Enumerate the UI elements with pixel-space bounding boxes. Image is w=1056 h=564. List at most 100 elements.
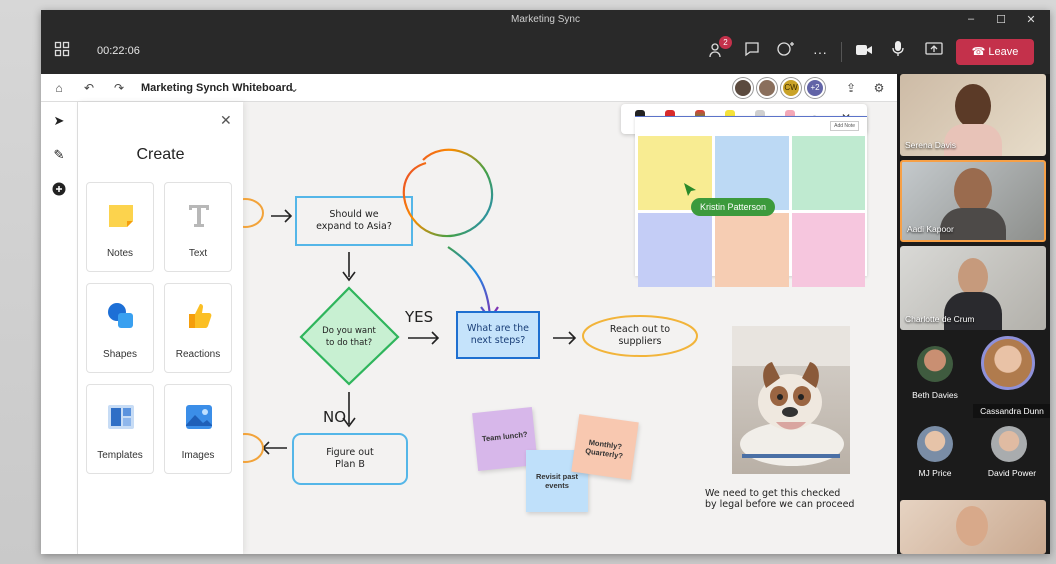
pen-icon[interactable]: ✎ bbox=[50, 146, 68, 164]
participants-badge: 2 bbox=[719, 36, 732, 49]
title-bar: Marketing Sync – ☐ ✕ bbox=[41, 10, 1050, 30]
chat-icon[interactable] bbox=[741, 41, 763, 63]
microphone-icon[interactable] bbox=[887, 41, 909, 63]
whiteboard-area: ⌂ ↶ ↷ Marketing Synch Whiteboard ⌄ CW +2… bbox=[41, 74, 897, 554]
tile-label: Reactions bbox=[175, 349, 221, 360]
maximize-button[interactable]: ☐ bbox=[991, 13, 1011, 26]
whiteboard-header: ⌂ ↶ ↷ Marketing Synch Whiteboard ⌄ CW +2… bbox=[41, 74, 897, 102]
yes-label: YES bbox=[405, 308, 434, 326]
participant-name: David Power bbox=[987, 468, 1037, 478]
participants-icon[interactable]: 2 bbox=[707, 36, 732, 63]
reactions-icon[interactable] bbox=[775, 41, 797, 63]
select-pointer-icon[interactable]: ➤ bbox=[50, 112, 68, 130]
participant-name: Aadi Kapoor bbox=[907, 224, 954, 234]
partial-oval-shape bbox=[243, 198, 264, 228]
add-note-button[interactable]: Add Note bbox=[830, 121, 859, 131]
more-options-icon[interactable]: ··· bbox=[809, 41, 831, 63]
video-tile-charlotte[interactable]: Charlotte de Crum bbox=[900, 246, 1046, 330]
arrow-shape bbox=[342, 252, 356, 282]
text-line: What are the bbox=[467, 323, 529, 334]
next-steps-text: What are the next steps? bbox=[459, 323, 537, 347]
create-shapes-tile[interactable]: Shapes bbox=[86, 283, 154, 373]
avatar-mj[interactable] bbox=[917, 426, 953, 462]
undo-icon[interactable]: ↶ bbox=[81, 80, 97, 96]
share-icon[interactable]: ⇪ bbox=[843, 80, 859, 96]
add-icon[interactable] bbox=[50, 182, 68, 200]
whiteboard-canvas[interactable]: Should we expand to Asia? Do you want to… bbox=[243, 102, 897, 554]
create-panel: ✕ Create Notes Text Shapes Reactions Tem… bbox=[78, 102, 243, 554]
thumbs-up-icon bbox=[189, 304, 212, 328]
meeting-toolbar: 00:22:06 2 ··· ☎ Leave bbox=[41, 30, 1050, 74]
create-templates-tile[interactable]: Templates bbox=[86, 384, 154, 474]
tile-label: Shapes bbox=[103, 349, 137, 360]
note-icon bbox=[109, 205, 133, 227]
legal-caption: We need to get this checked by legal bef… bbox=[705, 488, 854, 510]
sticky-note[interactable] bbox=[792, 213, 865, 287]
collaborator-initials: CW bbox=[781, 78, 801, 98]
leave-button[interactable]: ☎ Leave bbox=[956, 39, 1034, 65]
arrow-shape bbox=[553, 331, 577, 345]
participant-video bbox=[955, 84, 991, 128]
board-header-line bbox=[635, 116, 867, 117]
leave-label: Leave bbox=[988, 46, 1019, 58]
text-line: We need to get this checked bbox=[705, 488, 841, 499]
avatar-cassandra-speaking[interactable] bbox=[981, 336, 1035, 390]
toolbar-divider bbox=[841, 42, 842, 62]
text-line: to do that? bbox=[325, 338, 373, 348]
text-line: next steps? bbox=[470, 335, 526, 346]
text-line: Should we bbox=[329, 209, 379, 220]
share-screen-icon[interactable] bbox=[923, 41, 945, 63]
shapes-icon bbox=[108, 303, 133, 328]
arrow-shape bbox=[408, 331, 440, 345]
more-collaborators-badge[interactable]: +2 bbox=[805, 78, 825, 98]
participant-name: Serena Davis bbox=[905, 140, 957, 150]
home-icon[interactable]: ⌂ bbox=[51, 80, 67, 96]
tile-label: Images bbox=[181, 450, 215, 461]
dog-photo[interactable] bbox=[732, 326, 850, 474]
templates-icon bbox=[108, 405, 134, 429]
participant-name: Beth Davies bbox=[912, 390, 958, 400]
create-text-tile[interactable]: Text bbox=[164, 182, 232, 272]
close-icon[interactable]: ✕ bbox=[220, 112, 232, 129]
partial-oval-shape bbox=[243, 433, 264, 463]
bulldog-image bbox=[732, 326, 850, 466]
redo-icon[interactable]: ↷ bbox=[111, 80, 127, 96]
whiteboard-title: Marketing Synch Whiteboard bbox=[141, 82, 293, 94]
settings-icon[interactable]: ⚙ bbox=[871, 80, 887, 96]
create-reactions-tile[interactable]: Reactions bbox=[164, 283, 232, 373]
participant-name: Cassandra Dunn bbox=[973, 404, 1050, 418]
reach-text: Reach out to suppliers bbox=[585, 324, 695, 348]
sticky-note[interactable] bbox=[638, 213, 712, 287]
participants-panel: Serena Davis Aadi Kapoor Charlotte de Cr… bbox=[897, 74, 1050, 554]
hang-up-icon: ☎ bbox=[971, 46, 989, 58]
create-images-tile[interactable]: Images bbox=[164, 384, 232, 474]
sticky-board-template[interactable]: Add Note Kristin Patterson bbox=[635, 116, 867, 287]
desktop-frame: Marketing Sync – ☐ ✕ 00:22:06 2 ··· ☎ Le… bbox=[0, 0, 1056, 564]
decision-text: Do you want to do that? bbox=[311, 325, 387, 349]
video-tile-aadi[interactable]: Aadi Kapoor bbox=[900, 160, 1046, 242]
video-tile-serena[interactable]: Serena Davis bbox=[900, 74, 1046, 156]
sticky-note[interactable] bbox=[715, 213, 789, 287]
rainbow-loop-shape bbox=[402, 148, 499, 321]
avatar-beth[interactable] bbox=[917, 346, 953, 382]
text-icon bbox=[189, 205, 209, 227]
chevron-down-icon[interactable]: ⌄ bbox=[286, 80, 302, 96]
text-line: Figure out bbox=[326, 447, 374, 458]
video-tile-participant[interactable] bbox=[900, 500, 1046, 554]
avatar-david[interactable] bbox=[991, 426, 1027, 462]
minimize-button[interactable]: – bbox=[961, 13, 981, 25]
sticky-note-monthly-quarterly[interactable]: Monthly? Quarterly? bbox=[571, 414, 639, 480]
participant-name: Charlotte de Crum bbox=[905, 314, 975, 324]
grid-view-icon[interactable] bbox=[51, 41, 73, 63]
collaborator-avatar bbox=[733, 78, 753, 98]
sticky-note[interactable] bbox=[792, 136, 865, 210]
tool-rail: ➤ ✎ bbox=[41, 102, 78, 554]
collaborator-avatar bbox=[757, 78, 777, 98]
tile-label: Text bbox=[188, 248, 208, 259]
camera-icon[interactable] bbox=[853, 41, 875, 63]
create-notes-tile[interactable]: Notes bbox=[86, 182, 154, 272]
create-heading: Create bbox=[136, 146, 185, 163]
arrow-shape bbox=[261, 441, 287, 455]
text-line: Do you want bbox=[322, 326, 376, 336]
close-window-button[interactable]: ✕ bbox=[1021, 13, 1041, 26]
